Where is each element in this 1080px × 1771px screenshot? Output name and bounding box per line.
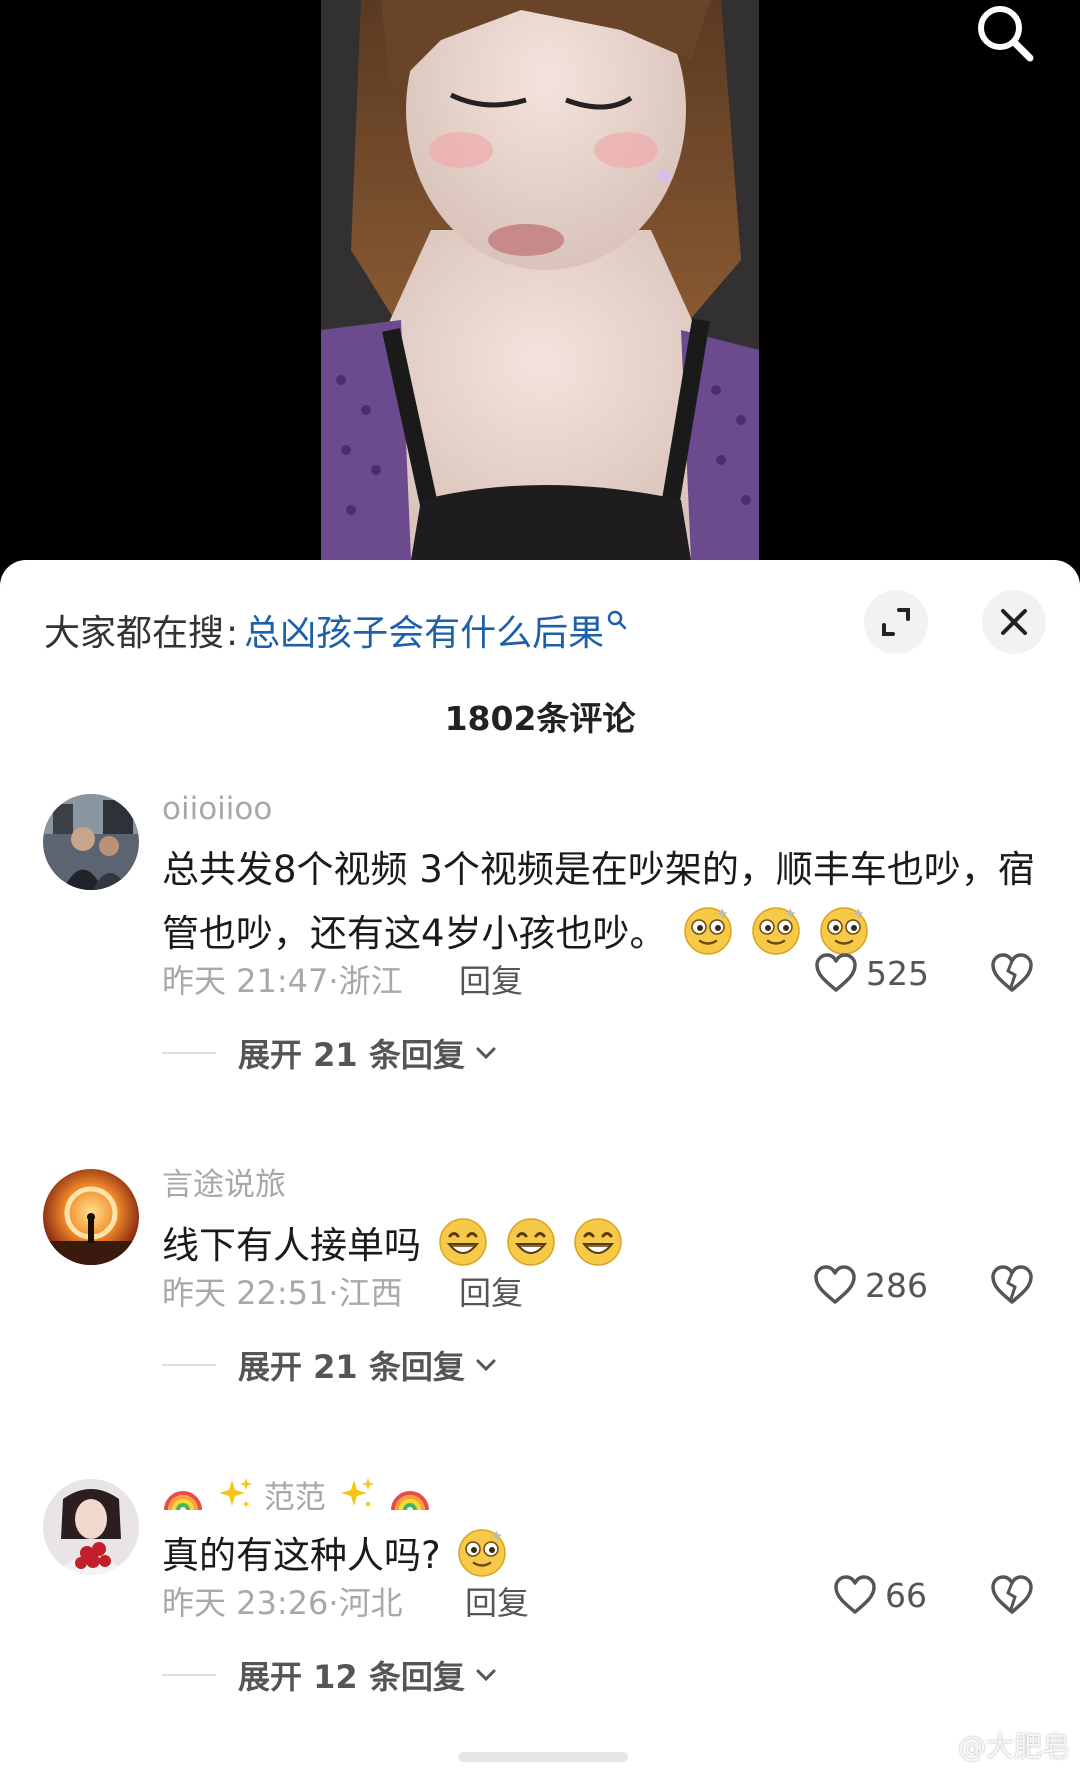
reply-button[interactable]: 回复 [459,956,523,1002]
comment-item: 范范 真的有这种人吗? 昨天 23:26·河北 回复 66 展开 12 条回复 [0,1474,1080,1744]
chevron-down-icon [476,1359,496,1372]
video-player[interactable] [0,0,1080,560]
heart-icon [815,953,857,992]
trending-search[interactable]: 大家都在搜 : 总凶孩子会有什么后果 [44,604,628,656]
grinning-face-emoji [505,1216,557,1268]
rainbow-emoji [389,1474,431,1516]
dislike-button[interactable] [990,1575,1034,1619]
comment-time: 昨天 22:51 [162,1274,329,1312]
weibo-logo-icon [920,1733,953,1759]
comment-count: 1802条评论 [444,699,636,738]
comment-location: 江西 [338,1274,403,1312]
comment-time: 昨天 23:26 [162,1584,329,1622]
trending-prefix: 大家都在搜 [44,613,225,654]
comment-username[interactable]: 范范 [264,1480,326,1516]
divider [162,1364,216,1366]
trending-separator: : [226,613,239,654]
comment-text-content: 线下有人接单吗 [162,1224,421,1267]
dislike-button[interactable] [990,953,1034,997]
reply-button[interactable]: 回复 [465,1578,529,1624]
divider [162,1052,216,1054]
expand-replies-label: 展开 21 条回复 [238,1348,465,1386]
grinning-face-emoji [572,1216,624,1268]
comment-location: 浙江 [338,962,403,1000]
comment-time: 昨天 21:47 [162,962,329,1000]
comment-item: oiioiioo 总共发8个视频 3个视频是在吵架的，顺丰车也吵，宿管也吵，还有… [0,788,1080,1098]
watermark: @大肥皂 [920,1725,1070,1765]
comment-item: 言途说旅 线下有人接单吗 昨天 22:51·江西 回复 286 展开 21 条回… [0,1164,1080,1434]
dizzy-face-emoji [456,1526,508,1578]
reply-button[interactable]: 回复 [459,1268,523,1314]
home-indicator[interactable] [458,1752,628,1762]
broken-heart-icon [991,1575,1033,1614]
comment-location: 河北 [338,1584,403,1622]
comment-text-content: 真的有这种人吗? [162,1534,441,1577]
chevron-down-icon [476,1669,496,1682]
avatar[interactable] [43,1479,139,1575]
comment-username[interactable]: 言途说旅 [162,1164,1040,1206]
expand-replies-button[interactable]: 展开 12 条回复 [162,1652,497,1698]
like-button[interactable]: 286 [813,1265,928,1305]
grinning-face-emoji [437,1216,489,1268]
close-icon [1001,609,1027,635]
avatar[interactable] [43,794,139,890]
heart-icon [814,1265,856,1304]
trending-term-link[interactable]: 总凶孩子会有什么后果 [244,604,604,656]
comment-text-content: 总共发8个视频 3个视频是在吵架的，顺丰车也吵，宿管也吵，还有这4岁小孩也吵。 [162,848,1035,955]
search-icon [978,6,1034,62]
watermark-text: @大肥皂 [957,1730,1070,1763]
comment-sheet: 大家都在搜 : 总凶孩子会有什么后果 1802条评论 oiioiioo 总共发8… [0,560,1080,1771]
expand-replies-button[interactable]: 展开 21 条回复 [162,1342,497,1388]
expand-replies-label: 展开 21 条回复 [238,1036,465,1074]
broken-heart-icon [991,953,1033,992]
rainbow-emoji [162,1474,204,1516]
comment-meta: 昨天 23:26·河北 [162,1584,403,1622]
like-button[interactable]: 525 [814,953,929,993]
expand-icon [882,608,910,636]
comment-username[interactable]: oiioiioo [162,788,1040,830]
video-frame [321,0,759,560]
dislike-button[interactable] [990,1265,1034,1309]
dizzy-face-emoji [750,904,802,956]
dizzy-face-emoji [818,904,870,956]
dizzy-face-emoji [682,904,734,956]
sparkles-emoji [216,1476,254,1514]
expand-button[interactable] [864,590,928,654]
search-small-icon [606,599,628,630]
expand-replies-label: 展开 12 条回复 [238,1658,465,1696]
comment-text: 总共发8个视频 3个视频是在吵架的，顺丰车也吵，宿管也吵，还有这4岁小孩也吵。 [162,838,1040,966]
chevron-down-icon [476,1047,496,1060]
divider [162,1674,216,1676]
comment-meta: 昨天 21:47·浙江 [162,962,403,1000]
comment-username-row[interactable]: 范范 [162,1474,1040,1516]
close-button[interactable] [982,590,1046,654]
search-button[interactable] [970,0,1040,66]
like-count: 286 [865,1265,928,1305]
like-button[interactable]: 66 [833,1575,927,1615]
heart-icon [834,1575,876,1614]
avatar[interactable] [43,1169,139,1265]
sparkles-emoji [338,1476,376,1514]
like-count: 525 [866,953,929,993]
expand-replies-button[interactable]: 展开 21 条回复 [162,1030,497,1076]
broken-heart-icon [991,1265,1033,1304]
sheet-header: 大家都在搜 : 总凶孩子会有什么后果 1802条评论 [0,560,1080,750]
comment-meta: 昨天 22:51·江西 [162,1274,403,1312]
like-count: 66 [885,1575,927,1615]
